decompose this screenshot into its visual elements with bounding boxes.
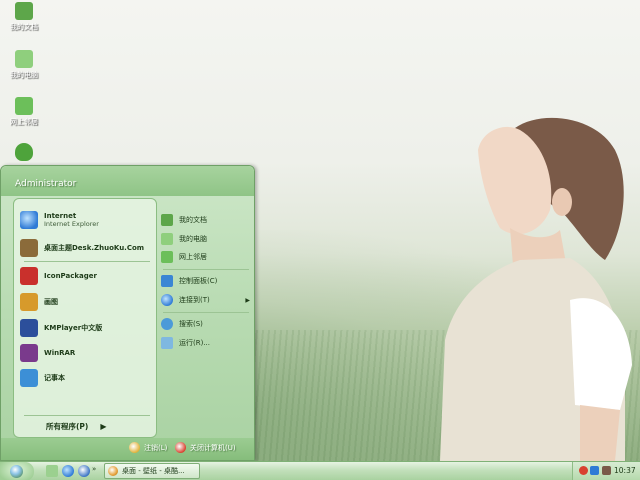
start-menu: Administrator Internet Internet Explorer… xyxy=(0,165,255,461)
start-menu-header: Administrator xyxy=(1,166,254,196)
arrow-right-icon: ▶ xyxy=(100,422,107,431)
separator xyxy=(24,261,150,262)
pinned-item-internet[interactable]: Internet Internet Explorer xyxy=(20,209,154,231)
pinned-item-notepad[interactable]: 记事本 xyxy=(20,367,154,389)
places-item-network[interactable]: 网上邻居 xyxy=(161,249,253,265)
network-icon[interactable] xyxy=(590,466,599,475)
places-item-label: 我的电脑 xyxy=(179,235,207,243)
media-player-icon[interactable] xyxy=(78,465,90,477)
places-item-my-documents[interactable]: 我的文档 xyxy=(161,212,253,228)
pinned-item-paint[interactable]: 画图 xyxy=(20,291,154,313)
places-item-control-panel[interactable]: 控制面板(C) xyxy=(161,273,253,289)
quick-launch-expand-icon[interactable]: » xyxy=(92,465,98,477)
logoff-label: 注销(L) xyxy=(144,443,168,452)
internet-explorer-icon[interactable] xyxy=(62,465,74,477)
places-item-my-computer[interactable]: 我的电脑 xyxy=(161,231,253,247)
taskbar: » 桌面 - 壁纸 - 桌酷... 10:37 xyxy=(0,461,640,480)
pinned-item-title: 记事本 xyxy=(44,374,65,382)
desktop-icon-network-places[interactable]: 网上邻居 xyxy=(0,97,48,127)
shutdown-label: 关闭计算机(U) xyxy=(190,443,236,452)
network-places-icon xyxy=(15,97,33,115)
places-item-label: 控制面板(C) xyxy=(179,277,218,285)
logoff-button[interactable]: 注销(L) xyxy=(129,442,167,453)
pinned-item-zhuoku[interactable]: 桌面主题Desk.ZhuoKu.Com xyxy=(20,237,154,259)
all-programs-label: 所有程序(P) xyxy=(46,422,89,431)
desktop-icon-label: 网上邻居 xyxy=(10,118,38,126)
places-panel: 我的文档 我的电脑 网上邻居 控制面板(C) 连接到(T) ▶ 搜索(S) 运行… xyxy=(159,198,254,438)
qq-icon[interactable] xyxy=(579,466,588,475)
kmplayer-icon xyxy=(20,319,38,337)
desktop-icon-recycle-bin[interactable] xyxy=(0,143,48,163)
my-documents-icon xyxy=(15,2,33,20)
winrar-icon xyxy=(20,344,38,362)
paint-icon xyxy=(20,293,38,311)
places-item-label: 我的文档 xyxy=(179,216,207,224)
internet-explorer-icon xyxy=(20,211,38,229)
recycle-bin-icon xyxy=(15,143,33,161)
desktop-icon-label: 我的电脑 xyxy=(10,71,38,79)
separator xyxy=(163,312,249,313)
desktop-icon-my-computer[interactable]: 我的电脑 xyxy=(0,50,48,80)
windows-logo-icon xyxy=(10,465,23,478)
desktop-icon-label: 我的文档 xyxy=(10,23,38,31)
my-documents-icon xyxy=(161,214,173,226)
iconpackager-icon xyxy=(20,267,38,285)
shutdown-button[interactable]: 关闭计算机(U) xyxy=(175,442,236,453)
chevron-right-icon: ▶ xyxy=(245,296,250,304)
pinned-item-title: Internet xyxy=(44,212,77,220)
places-item-label: 网上邻居 xyxy=(179,253,207,261)
pinned-programs-panel: Internet Internet Explorer 桌面主题Desk.Zhuo… xyxy=(13,198,157,438)
taskbar-button-browser[interactable]: 桌面 - 壁纸 - 桌酷... xyxy=(104,463,200,479)
control-panel-icon xyxy=(161,275,173,287)
connect-to-icon xyxy=(161,294,173,306)
pinned-item-title: WinRAR xyxy=(44,349,76,357)
places-item-label: 连接到(T) xyxy=(179,296,210,304)
pinned-item-winrar[interactable]: WinRAR xyxy=(20,342,154,364)
pinned-item-title: 画图 xyxy=(44,298,58,306)
search-icon xyxy=(161,318,173,330)
places-item-connect-to[interactable]: 连接到(T) ▶ xyxy=(161,292,253,308)
logoff-icon xyxy=(129,442,140,453)
clock[interactable]: 10:37 xyxy=(614,466,636,475)
places-item-search[interactable]: 搜索(S) xyxy=(161,316,253,332)
taskbar-button-label: 桌面 - 壁纸 - 桌酷... xyxy=(122,467,185,475)
pinned-item-kmplayer[interactable]: KMPlayer中文版 xyxy=(20,317,154,339)
notepad-icon xyxy=(20,369,38,387)
start-menu-footer: 注销(L) 关闭计算机(U) xyxy=(1,438,254,460)
browser-icon xyxy=(108,466,118,476)
pinned-item-subtitle: Internet Explorer xyxy=(44,220,99,228)
separator xyxy=(24,415,150,416)
places-item-label: 搜索(S) xyxy=(179,320,203,328)
shutdown-icon xyxy=(175,442,186,453)
places-item-run[interactable]: 运行(R)... xyxy=(161,335,253,351)
network-places-icon xyxy=(161,251,173,263)
show-desktop-icon[interactable] xyxy=(46,465,58,477)
wallpaper-person xyxy=(440,117,632,461)
pinned-item-iconpackager[interactable]: IconPackager xyxy=(20,265,154,287)
places-item-label: 运行(R)... xyxy=(179,339,211,347)
my-computer-icon xyxy=(161,233,173,245)
my-computer-icon xyxy=(15,50,33,68)
all-programs-button[interactable]: 所有程序(P) ▶ xyxy=(46,421,107,432)
pinned-item-title: IconPackager xyxy=(44,272,97,280)
user-name: Administrator xyxy=(15,179,77,189)
start-button[interactable] xyxy=(0,462,34,480)
volume-icon[interactable] xyxy=(602,466,611,475)
zhuoku-theme-icon xyxy=(20,239,38,257)
pinned-item-title: KMPlayer中文版 xyxy=(44,324,103,332)
desktop-icon-my-documents[interactable]: 我的文档 xyxy=(0,2,48,32)
separator xyxy=(163,269,249,270)
pinned-item-title: 桌面主题Desk.ZhuoKu.Com xyxy=(44,244,145,252)
run-icon xyxy=(161,337,173,349)
